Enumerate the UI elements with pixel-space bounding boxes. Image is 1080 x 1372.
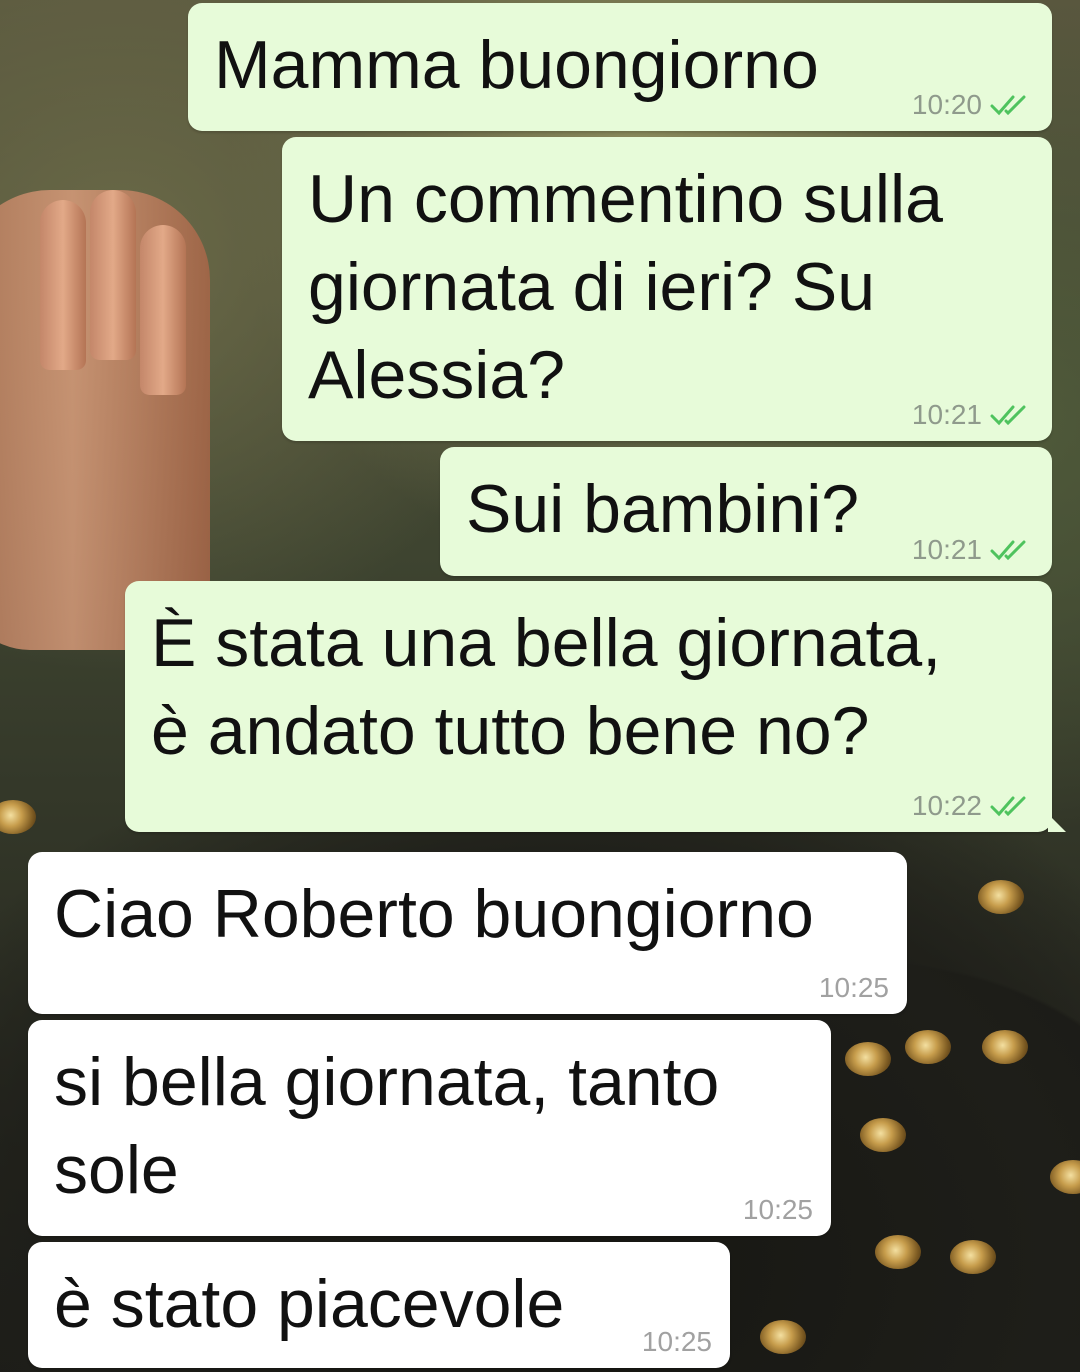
- outgoing-message[interactable]: Sui bambini? 10:21: [440, 447, 1052, 576]
- message-time: 10:21: [911, 399, 982, 430]
- outgoing-message[interactable]: È stata una bella giornata, è andato tut…: [125, 581, 1066, 832]
- double-check-icon: [990, 95, 1026, 116]
- message-time: 10:25: [818, 972, 889, 1003]
- double-check-icon: [990, 540, 1026, 561]
- double-check-icon: [990, 796, 1026, 817]
- message-time: 10:21: [911, 534, 982, 565]
- message-time: 10:20: [911, 89, 982, 120]
- incoming-message[interactable]: è stato piacevole 10:25: [28, 1242, 730, 1368]
- incoming-message[interactable]: si bella giornata, tanto sole 10:25: [28, 1020, 831, 1236]
- message-meta: 10:25: [642, 1326, 712, 1358]
- message-text: È stata una bella giornata, è andato tut…: [151, 605, 942, 769]
- message-meta: 10:21: [912, 534, 1034, 566]
- message-text: Mamma buongiorno: [214, 27, 819, 103]
- double-check-icon: [990, 405, 1026, 426]
- message-time: 10:25: [742, 1194, 813, 1225]
- message-text: si bella giornata, tanto sole: [54, 1044, 720, 1208]
- message-meta: 10:22: [912, 790, 1034, 822]
- message-meta: 10:25: [819, 972, 889, 1004]
- message-meta: 10:25: [743, 1194, 813, 1226]
- message-time: 10:25: [641, 1326, 712, 1357]
- incoming-message[interactable]: Ciao Roberto buongiorno 10:25: [28, 852, 907, 1014]
- message-text: Ciao Roberto buongiorno: [54, 876, 814, 952]
- outgoing-message[interactable]: Mamma buongiorno 10:20: [188, 3, 1052, 131]
- message-meta: 10:21: [912, 399, 1034, 431]
- message-time: 10:22: [911, 790, 982, 821]
- outgoing-message[interactable]: Un commentino sulla giornata di ieri? Su…: [282, 137, 1052, 441]
- message-meta: 10:20: [912, 89, 1034, 121]
- message-text: Un commentino sulla giornata di ieri? Su…: [308, 161, 943, 413]
- message-text: è stato piacevole: [54, 1266, 565, 1342]
- bubble-tail: [1048, 814, 1066, 832]
- chat-message-list[interactable]: Mamma buongiorno 10:20 Un commentino sul…: [0, 0, 1080, 1372]
